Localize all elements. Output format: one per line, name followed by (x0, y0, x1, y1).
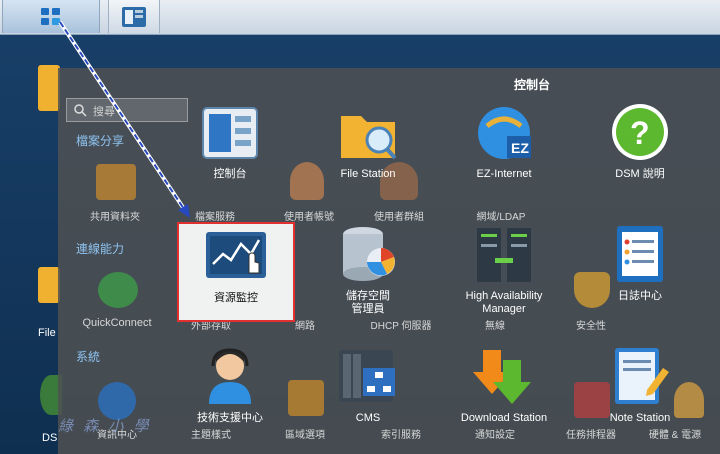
app-resource-monitor[interactable]: 資源監控 (178, 226, 294, 305)
support-center-icon (199, 346, 261, 408)
help-icon: ? (609, 102, 671, 164)
desktop-label-file: File (38, 327, 56, 339)
app-label-dsm-help: DSM 說明 (615, 168, 665, 180)
app-support-center[interactable]: 技術支援中心 (172, 346, 288, 425)
app-note-station[interactable]: Note Station (582, 346, 698, 425)
bg-label-notification[interactable]: 通知設定 (440, 426, 550, 441)
app-log-center[interactable]: 日誌中心 (582, 224, 698, 303)
note-station-icon (609, 346, 671, 408)
app-label-note-station: Note Station (609, 412, 671, 424)
bg-label-wireless[interactable]: 無線 (440, 317, 550, 332)
watermark-text: 綠 森 小 學 (58, 418, 152, 435)
app-cms[interactable]: CMS (310, 346, 426, 425)
high-availability-icon (473, 224, 535, 286)
search-placeholder: 搜尋 (93, 106, 115, 118)
app-label-resource-monitor: 資源監控 (214, 292, 258, 304)
section-connectivity: 連線能力 (76, 242, 125, 256)
main-menu-icon (41, 8, 60, 25)
desktop-file-station-icon[interactable] (38, 267, 60, 303)
svg-text:?: ? (630, 115, 650, 151)
control-panel-icon (199, 102, 261, 164)
taskbar-control-panel-button[interactable] (108, 0, 160, 33)
bg-label-hardware-power[interactable]: 硬體 & 電源 (630, 426, 720, 441)
app-file-station[interactable]: File Station (310, 102, 426, 181)
app-label-download-station: Download Station (460, 412, 548, 424)
quickconnect-icon (98, 272, 138, 308)
cms-icon (337, 346, 399, 408)
bg-label-group[interactable]: 使用者群組 (344, 208, 454, 223)
desktop-label-ds: DS (42, 432, 58, 444)
bg-label-shared-folder[interactable]: 共用資料夾 (60, 208, 170, 223)
main-menu-button[interactable] (2, 0, 100, 33)
svg-text:EZ: EZ (511, 140, 529, 156)
bg-label-domain-ldap[interactable]: 網域/LDAP (446, 208, 556, 223)
app-label-cms: CMS (355, 412, 381, 424)
section-file-sharing: 檔案分享 (76, 134, 125, 148)
download-station-icon (473, 346, 535, 408)
ez-internet-icon: EZ (473, 102, 535, 164)
bg-label-regional[interactable]: 區域選項 (250, 426, 360, 441)
app-dsm-help[interactable]: ? DSM 說明 (582, 102, 698, 181)
app-label-support-center: 技術支援中心 (197, 412, 263, 424)
app-control-panel[interactable]: 控制台 (172, 102, 288, 181)
file-station-icon (337, 102, 399, 164)
shared-folder-icon (96, 164, 136, 200)
app-label-log-center: 日誌中心 (618, 290, 662, 302)
app-label-high-availability: High Availability Manager (465, 290, 543, 315)
desktop-folder-icon[interactable] (38, 65, 60, 111)
app-high-availability[interactable]: High Availability Manager (446, 224, 562, 316)
log-center-icon (609, 224, 671, 286)
app-label-file-station: File Station (340, 168, 396, 180)
app-label-storage-manager: 儲存空間 管理員 (346, 290, 390, 315)
taskbar (0, 0, 720, 35)
resource-monitor-icon (205, 226, 267, 288)
storage-manager-icon (337, 224, 399, 286)
search-input[interactable]: 搜尋 (66, 98, 188, 122)
panel-title: 控制台 (514, 78, 551, 92)
app-label-ez-internet: EZ-Internet (476, 168, 532, 180)
app-download-station[interactable]: Download Station (446, 346, 562, 425)
app-storage-manager[interactable]: 儲存空間 管理員 (310, 224, 426, 316)
bg-label-security[interactable]: 安全性 (536, 317, 646, 332)
search-icon (74, 104, 87, 117)
control-panel-small-icon (122, 7, 146, 27)
section-system: 系統 (76, 350, 101, 364)
app-label-control-panel: 控制台 (213, 168, 247, 180)
app-ez-internet[interactable]: EZ EZ-Internet (446, 102, 562, 181)
